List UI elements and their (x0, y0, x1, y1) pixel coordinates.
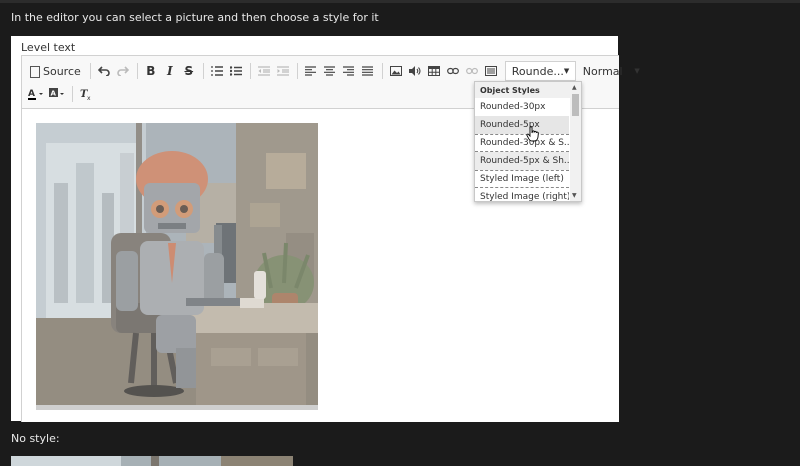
align-center-icon[interactable] (321, 61, 339, 81)
indent-icon[interactable] (274, 61, 292, 81)
style-option[interactable]: Styled Image (left) (475, 170, 569, 188)
dropdown-header: Object Styles (475, 82, 581, 98)
intro-text: In the editor you can select a picture a… (11, 11, 379, 24)
style-option[interactable]: Rounded-5px (475, 116, 569, 134)
svg-text:x: x (87, 95, 91, 100)
hand-cursor-icon (526, 126, 540, 145)
background-color-button[interactable]: A (47, 84, 67, 104)
bold-button[interactable]: B (142, 61, 160, 81)
italic-button[interactable]: I (161, 61, 179, 81)
remove-format-icon[interactable]: Tx (77, 84, 95, 104)
redo-icon[interactable] (114, 61, 132, 81)
audio-icon[interactable] (406, 61, 424, 81)
dropdown-scrollbar[interactable]: ▲ ▼ (570, 82, 581, 201)
style-option[interactable]: Rounded-30px & S... (475, 134, 569, 152)
image-resize-bar[interactable] (36, 405, 318, 410)
svg-text:A: A (28, 89, 35, 99)
style-option[interactable]: Rounded-5px & Sh... (475, 152, 569, 170)
styles-dropdown[interactable]: Rounde... ▼ (504, 61, 576, 81)
special-block-icon[interactable] (482, 61, 500, 81)
table-icon[interactable] (425, 61, 443, 81)
unstyled-image-preview (11, 456, 293, 466)
chevron-down-icon: ▼ (563, 67, 570, 75)
scrollbar-thumb[interactable] (572, 94, 579, 116)
top-divider (0, 0, 800, 3)
chevron-down-icon: ▼ (634, 67, 640, 75)
format-dropdown[interactable]: Normal ▼ (576, 61, 647, 81)
align-left-icon[interactable] (302, 61, 320, 81)
link-icon[interactable] (444, 61, 462, 81)
numbered-list-icon[interactable] (208, 61, 226, 81)
undo-icon[interactable] (95, 61, 113, 81)
unlink-icon[interactable] (463, 61, 481, 81)
scroll-down-icon[interactable]: ▼ (572, 192, 577, 199)
robot-image[interactable] (36, 123, 318, 405)
style-option[interactable]: Styled Image (right) (475, 188, 569, 201)
strikethrough-button[interactable]: S (180, 61, 198, 81)
source-icon (30, 66, 40, 78)
image-icon[interactable] (387, 61, 405, 81)
text-color-button[interactable]: A (26, 84, 46, 104)
scroll-up-icon[interactable]: ▲ (572, 84, 577, 91)
align-right-icon[interactable] (340, 61, 358, 81)
justify-icon[interactable] (359, 61, 377, 81)
source-button[interactable]: Source (26, 61, 85, 81)
svg-text:A: A (51, 90, 57, 98)
no-style-label: No style: (11, 432, 60, 445)
bulleted-list-icon[interactable] (227, 61, 245, 81)
field-label: Level text (21, 41, 76, 54)
style-option[interactable]: Rounded-30px (475, 98, 569, 116)
outdent-icon[interactable] (255, 61, 273, 81)
